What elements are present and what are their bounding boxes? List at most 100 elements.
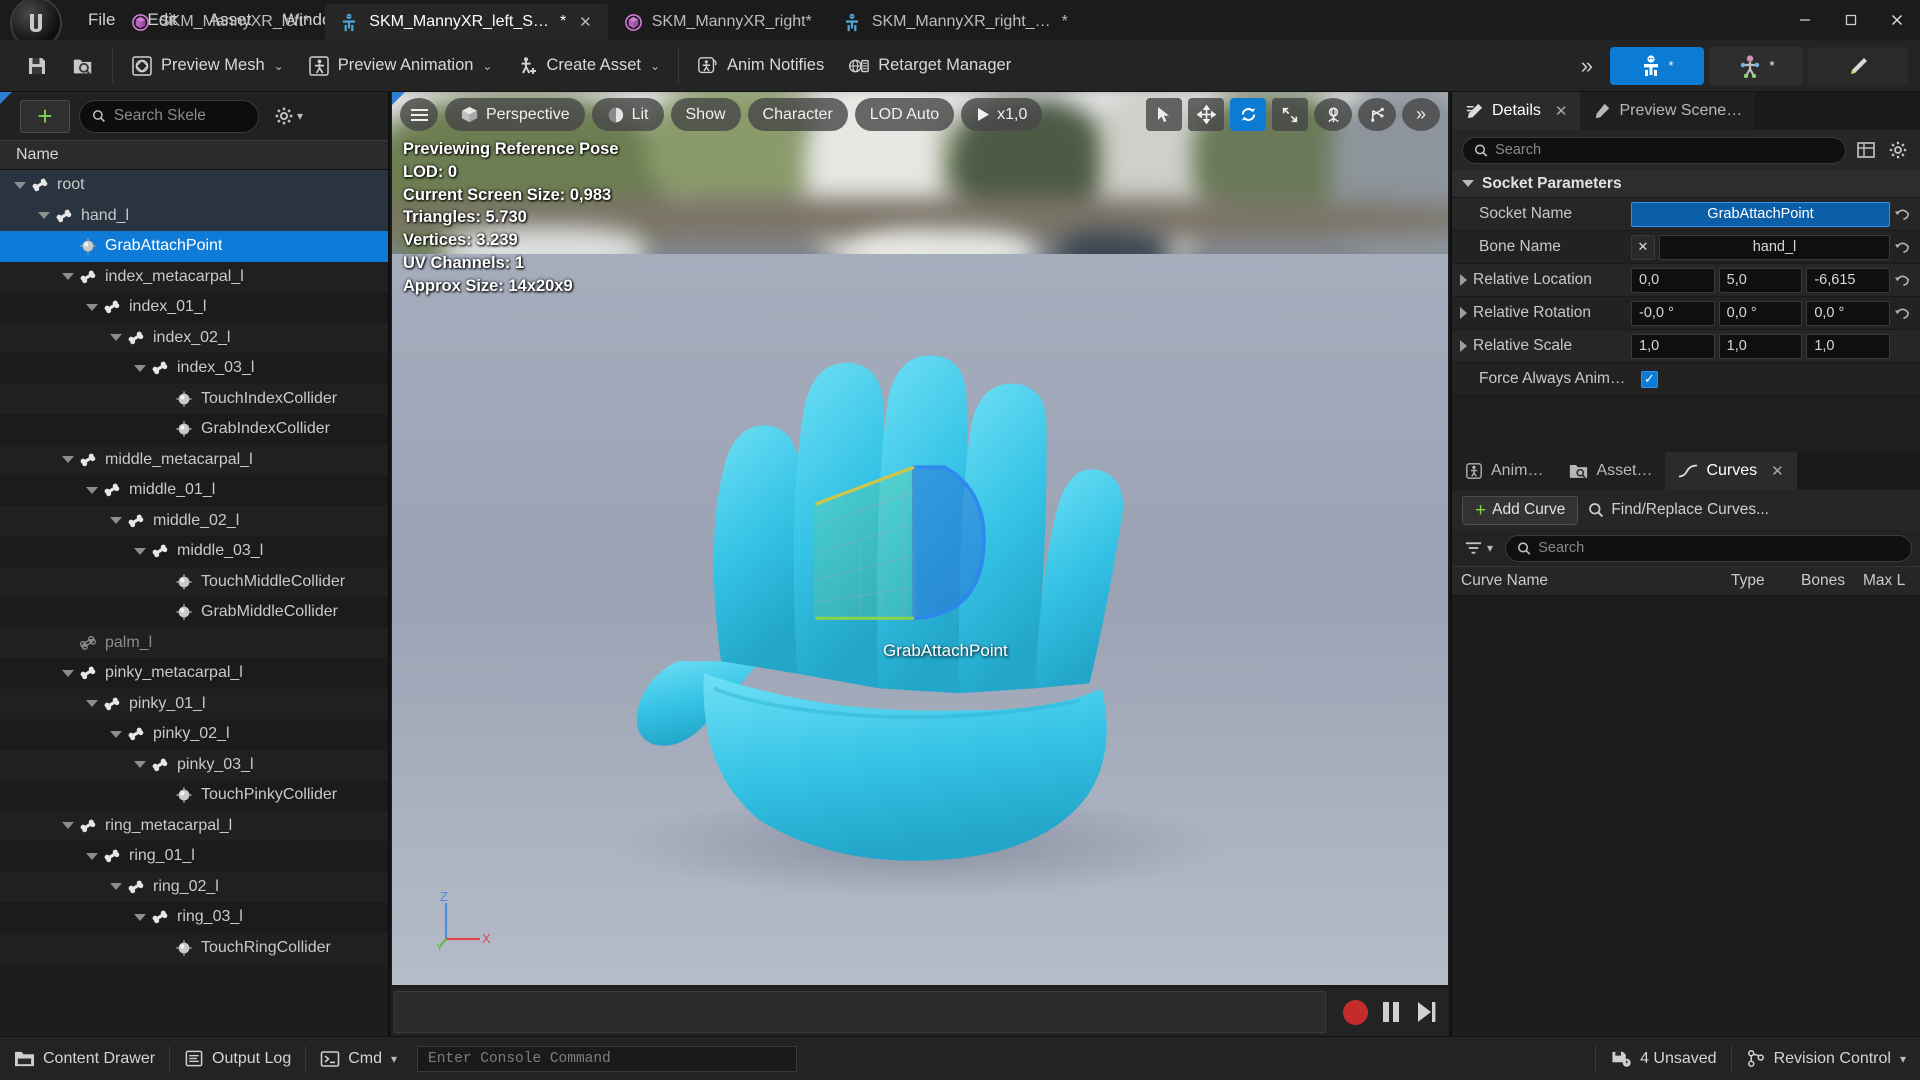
vector-x-input[interactable]: 0,0 bbox=[1631, 268, 1715, 293]
tab-curves[interactable]: Curves ✕ bbox=[1665, 452, 1796, 490]
toolbar-preview-mesh-button[interactable]: Preview Mesh⌄ bbox=[119, 45, 296, 87]
viewport-character-button[interactable]: Character bbox=[748, 98, 848, 131]
tree-row[interactable]: TouchPinkyCollider bbox=[0, 780, 388, 811]
toolbar-anim-notifies-button[interactable]: Anim Notifies bbox=[685, 45, 836, 87]
console-command-input[interactable] bbox=[428, 1051, 786, 1067]
vector-x-input[interactable]: -0,0 ° bbox=[1631, 301, 1715, 326]
column-bones[interactable]: Bones bbox=[1792, 572, 1854, 590]
bone-name-input[interactable]: hand_l bbox=[1659, 235, 1890, 260]
tree-row[interactable]: index_metacarpal_l bbox=[0, 262, 388, 293]
vector-y-input[interactable]: 1,0 bbox=[1719, 334, 1803, 359]
tree-row[interactable]: pinky_metacarpal_l bbox=[0, 658, 388, 689]
translate-tool-button[interactable] bbox=[1188, 98, 1224, 131]
toolbar-overflow-button[interactable]: » bbox=[1569, 53, 1605, 79]
document-tab-2[interactable]: SKM_MannyXR_right* bbox=[608, 4, 828, 40]
console-command-box[interactable] bbox=[417, 1046, 797, 1072]
snap-settings-button[interactable] bbox=[1358, 98, 1396, 131]
socket-name-input[interactable]: GrabAttachPoint bbox=[1631, 202, 1890, 227]
tree-row[interactable]: ring_metacarpal_l bbox=[0, 811, 388, 842]
revert-property-button[interactable] bbox=[1894, 207, 1920, 222]
tree-row[interactable]: index_03_l bbox=[0, 353, 388, 384]
tree-row[interactable]: palm_l bbox=[0, 628, 388, 659]
curves-search-box[interactable] bbox=[1505, 535, 1912, 562]
details-columns-button[interactable] bbox=[1854, 138, 1878, 162]
column-max-l[interactable]: Max L bbox=[1854, 572, 1920, 590]
tree-expander-toggle[interactable] bbox=[106, 731, 126, 738]
skeleton-search-input[interactable] bbox=[114, 107, 246, 125]
unreal-engine-logo[interactable] bbox=[0, 0, 72, 40]
column-type[interactable]: Type bbox=[1722, 572, 1792, 590]
tree-expander-toggle[interactable] bbox=[82, 853, 102, 860]
revert-property-button[interactable] bbox=[1894, 306, 1920, 321]
chevron-right-icon[interactable] bbox=[1460, 274, 1467, 286]
toolbar-retarget-manager-button[interactable]: Retarget Manager bbox=[836, 45, 1023, 87]
tree-expander-toggle[interactable] bbox=[82, 700, 102, 707]
details-search-box[interactable] bbox=[1462, 137, 1846, 164]
revision-control-button[interactable]: Revision Control ▾ bbox=[1732, 1037, 1920, 1080]
vector-z-input[interactable]: -6,615 bbox=[1806, 268, 1890, 293]
tab-details-close[interactable]: ✕ bbox=[1555, 102, 1568, 120]
add-socket-button[interactable]: + bbox=[20, 100, 70, 133]
skeleton-tree[interactable]: roothand_lGrabAttachPointindex_metacarpa… bbox=[0, 170, 388, 1036]
tree-expander-toggle[interactable] bbox=[58, 822, 78, 829]
tree-row[interactable]: root bbox=[0, 170, 388, 201]
tree-row[interactable]: ring_03_l bbox=[0, 902, 388, 933]
details-search-input[interactable] bbox=[1495, 142, 1834, 158]
tree-row[interactable]: index_02_l bbox=[0, 323, 388, 354]
browse-to-asset-button[interactable] bbox=[60, 45, 106, 87]
curves-filter-button[interactable]: ▾ bbox=[1460, 540, 1497, 556]
viewport-camera-mode-button[interactable]: Perspective bbox=[445, 98, 585, 131]
curves-search-input[interactable] bbox=[1538, 540, 1900, 556]
tree-row[interactable]: TouchRingCollider bbox=[0, 933, 388, 964]
vector-y-input[interactable]: 5,0 bbox=[1719, 268, 1803, 293]
select-tool-button[interactable] bbox=[1146, 98, 1182, 131]
document-tab-0[interactable]: SKM_MannyXR_left* bbox=[115, 4, 325, 40]
skeleton-options-button[interactable]: ▾ bbox=[268, 106, 309, 126]
tab-anim[interactable]: Anim… bbox=[1452, 452, 1556, 490]
cmd-selector-button[interactable]: Cmd ▾ bbox=[306, 1037, 411, 1080]
document-tab-close-button[interactable]: ✕ bbox=[579, 13, 592, 31]
tree-expander-toggle[interactable] bbox=[130, 548, 150, 555]
pause-button[interactable] bbox=[1380, 1000, 1402, 1024]
vector-y-input[interactable]: 0,0 ° bbox=[1719, 301, 1803, 326]
find-replace-curves-button[interactable]: Find/Replace Curves... bbox=[1588, 501, 1769, 519]
tree-expander-toggle[interactable] bbox=[82, 304, 102, 311]
tree-row[interactable]: hand_l bbox=[0, 201, 388, 232]
output-log-button[interactable]: Output Log bbox=[170, 1037, 305, 1080]
maximize-button[interactable] bbox=[1828, 0, 1874, 40]
skeleton-search-box[interactable] bbox=[79, 100, 259, 133]
toolbar-create-asset-button[interactable]: Create Asset⌄ bbox=[504, 45, 672, 87]
scale-tool-button[interactable] bbox=[1272, 98, 1308, 131]
chevron-right-icon[interactable] bbox=[1460, 340, 1467, 352]
viewport-playback-speed-button[interactable]: x1,0 bbox=[961, 98, 1042, 131]
minimize-button[interactable] bbox=[1782, 0, 1828, 40]
tree-expander-toggle[interactable] bbox=[34, 212, 54, 219]
tree-row[interactable]: TouchIndexCollider bbox=[0, 384, 388, 415]
tree-expander-toggle[interactable] bbox=[130, 365, 150, 372]
mode-paint-button[interactable] bbox=[1808, 47, 1908, 85]
force-always-animated-checkbox[interactable]: ✓ bbox=[1641, 371, 1658, 388]
content-drawer-button[interactable]: Content Drawer bbox=[0, 1037, 169, 1080]
rotate-tool-button[interactable] bbox=[1230, 98, 1266, 131]
tree-row[interactable]: pinky_02_l bbox=[0, 719, 388, 750]
record-button[interactable] bbox=[1343, 1000, 1368, 1025]
timeline-scrubber[interactable] bbox=[394, 991, 1326, 1033]
tree-row[interactable]: TouchMiddleCollider bbox=[0, 567, 388, 598]
column-curve-name[interactable]: Curve Name bbox=[1452, 572, 1722, 590]
tab-curves-close[interactable]: ✕ bbox=[1771, 462, 1784, 480]
unsaved-assets-button[interactable]: 4 Unsaved bbox=[1596, 1037, 1731, 1080]
tree-row[interactable]: GrabIndexCollider bbox=[0, 414, 388, 445]
tree-expander-toggle[interactable] bbox=[130, 761, 150, 768]
tree-expander-toggle[interactable] bbox=[106, 334, 126, 341]
tree-row[interactable]: GrabAttachPoint bbox=[0, 231, 388, 262]
tree-row[interactable]: pinky_03_l bbox=[0, 750, 388, 781]
tree-expander-toggle[interactable] bbox=[58, 273, 78, 280]
tree-expander-toggle[interactable] bbox=[58, 456, 78, 463]
tree-row[interactable]: ring_01_l bbox=[0, 841, 388, 872]
tab-preview-scene[interactable]: Preview Scene… bbox=[1580, 92, 1755, 130]
mode-skeleton-button[interactable]: * bbox=[1610, 47, 1704, 85]
document-tab-3[interactable]: SKM_MannyXR_right_…* bbox=[828, 4, 1084, 40]
step-forward-button[interactable] bbox=[1414, 1000, 1438, 1024]
save-button[interactable] bbox=[14, 45, 60, 87]
clear-bone-button[interactable]: ✕ bbox=[1631, 235, 1655, 260]
